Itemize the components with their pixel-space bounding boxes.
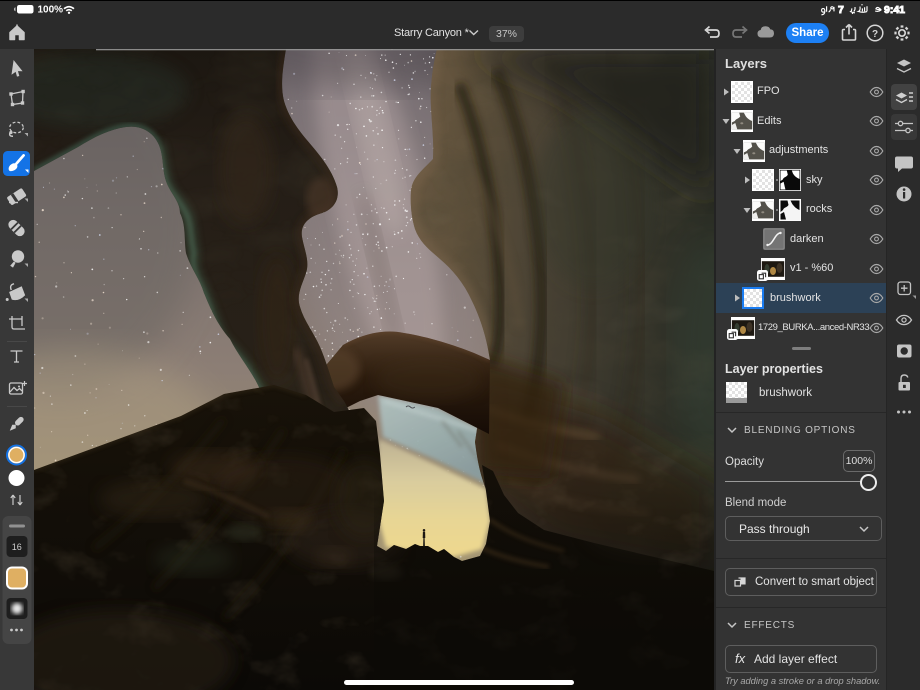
svg-text:16: 16	[12, 542, 22, 552]
svg-text:?: ?	[872, 29, 878, 40]
svg-text:100%: 100%	[38, 4, 64, 15]
svg-text:7: 7	[838, 4, 844, 16]
svg-text:9:41: 9:41	[884, 4, 905, 16]
